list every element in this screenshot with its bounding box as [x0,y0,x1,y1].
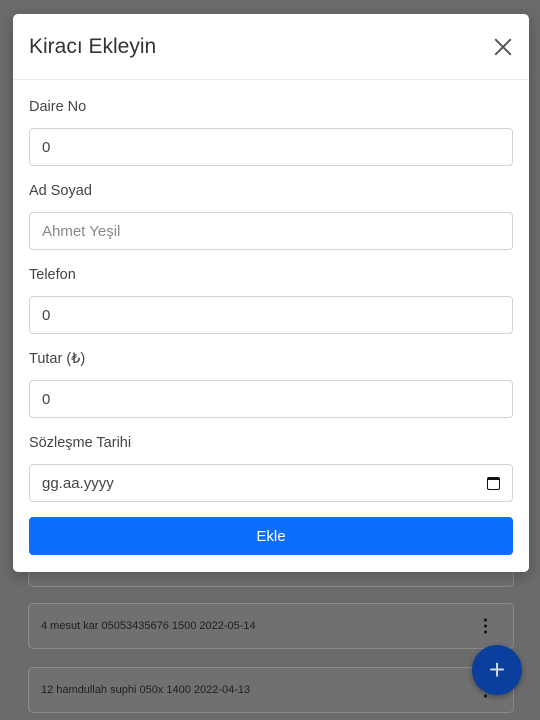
ad-soyad-input[interactable]: Ahmet Yeşil [29,212,513,250]
tutar-value: 0 [42,390,51,408]
kebab-menu-icon[interactable] [484,618,487,634]
tutar-input[interactable]: 0 [29,380,513,418]
sozlesme-tarihi-label: Sözleşme Tarihi [29,435,132,451]
ad-soyad-placeholder: Ahmet Yeşil [42,222,121,240]
calendar-icon[interactable] [487,476,500,490]
list-item[interactable]: 4 mesut kar 05053435676 1500 2022-05-14 [28,603,514,649]
modal-body: Daire No 0 Ad Soyad Ahmet Yeşil Telefon … [13,80,529,555]
list-item-text: 12 hamdullah suphi 050x 1400 2022-04-13 [41,684,251,696]
add-tenant-fab[interactable]: + [472,645,522,695]
daire-no-input[interactable]: 0 [29,128,513,166]
modal-title: Kiracı Ekleyin [29,34,157,58]
field-ad-soyad: Ad Soyad Ahmet Yeşil [29,181,513,250]
sozlesme-tarihi-input[interactable]: gg.aa.yyyy [29,464,513,502]
ad-soyad-label: Ad Soyad [29,183,92,199]
sozlesme-tarihi-value: gg.aa.yyyy [42,474,114,492]
field-tutar: Tutar (₺) 0 [29,349,513,418]
tutar-label: Tutar (₺) [29,351,86,367]
field-daire-no: Daire No 0 [29,97,513,166]
ekle-button[interactable]: Ekle [29,517,513,555]
plus-icon: + [488,654,506,685]
telefon-label: Telefon [29,267,76,283]
add-tenant-modal: Kiracı Ekleyin Daire No 0 Ad Soyad Ahmet… [13,14,529,572]
daire-no-value: 0 [42,138,51,156]
telefon-input[interactable]: 0 [29,296,513,334]
field-telefon: Telefon 0 [29,265,513,334]
list-item[interactable]: 12 hamdullah suphi 050x 1400 2022-04-13 [28,667,514,713]
telefon-value: 0 [42,306,51,324]
close-icon[interactable] [493,37,513,57]
modal-header: Kiracı Ekleyin [13,14,529,80]
field-sozlesme-tarihi: Sözleşme Tarihi gg.aa.yyyy [29,433,513,502]
daire-no-label: Daire No [29,99,87,115]
list-item-text: 4 mesut kar 05053435676 1500 2022-05-14 [41,620,256,632]
